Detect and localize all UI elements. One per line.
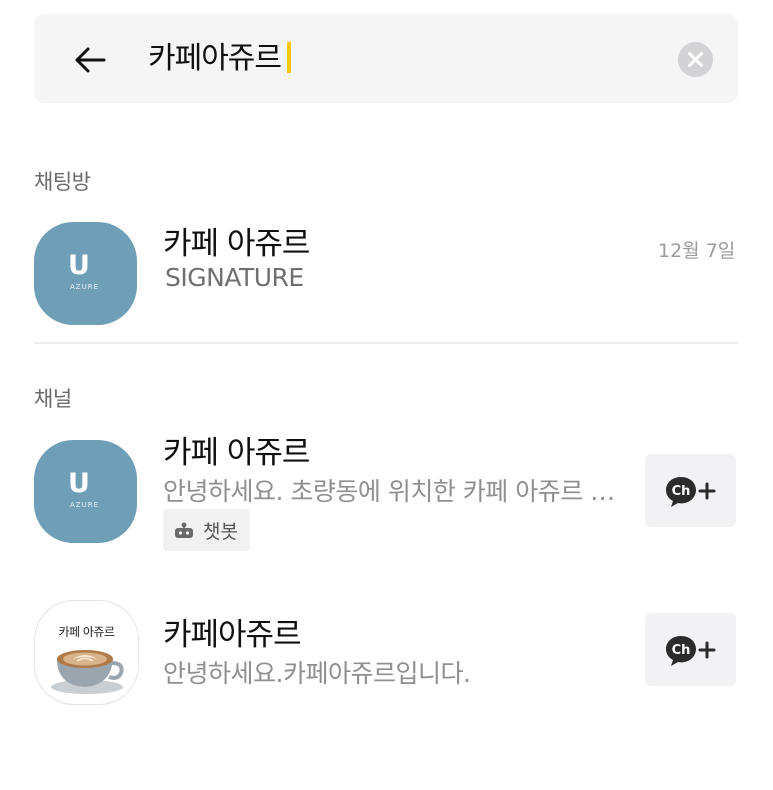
text-caret — [287, 42, 291, 73]
avatar: U AZURE — [34, 222, 137, 325]
chatroom-title: 카페 아쥬르 — [163, 226, 310, 262]
avatar-label: 카페 아쥬르 — [58, 625, 115, 639]
coffee-cup-icon — [51, 650, 124, 694]
ch-add-icon: Ch — [666, 477, 716, 507]
svg-text:Ch: Ch — [672, 643, 691, 658]
back-arrow-icon[interactable] — [70, 40, 110, 80]
divider — [34, 342, 738, 344]
azure-logo-text: AZURE — [70, 283, 99, 291]
clear-icon[interactable] — [678, 42, 713, 77]
add-channel-button[interactable]: Ch — [645, 613, 736, 686]
channel-title: 카페아쥬르 — [163, 617, 302, 653]
section-label-chatrooms: 채팅방 — [34, 170, 91, 194]
svg-text:Ch: Ch — [672, 484, 691, 499]
chatroom-last-message: SIGNATURE — [165, 263, 304, 292]
channel-description: 안녕하세요. 초량동에 위치한 카페 아쥬르 … — [163, 477, 615, 506]
search-bar: 카페아쥬르 — [34, 14, 738, 103]
channel-description: 안녕하세요.카페아쥬르입니다. — [163, 659, 471, 688]
section-label-channels: 채널 — [34, 387, 72, 411]
chatbot-badge-label: 챗봇 — [203, 520, 238, 543]
azure-logo: U — [68, 468, 90, 499]
search-input[interactable]: 카페아쥬르 — [148, 39, 291, 79]
azure-logo: U — [68, 250, 90, 281]
channel-title: 카페 아쥬르 — [163, 435, 310, 471]
add-channel-button[interactable]: Ch — [645, 454, 736, 527]
search-query: 카페아쥬르 — [148, 41, 282, 76]
avatar: U AZURE — [34, 440, 137, 543]
bot-icon — [175, 522, 193, 538]
avatar: 카페 아쥬르 — [34, 600, 139, 705]
ch-add-icon: Ch — [666, 636, 716, 666]
chatbot-badge: 챗봇 — [163, 509, 250, 551]
azure-logo-text: AZURE — [70, 501, 99, 509]
chatroom-date: 12월 7일 — [658, 240, 736, 262]
